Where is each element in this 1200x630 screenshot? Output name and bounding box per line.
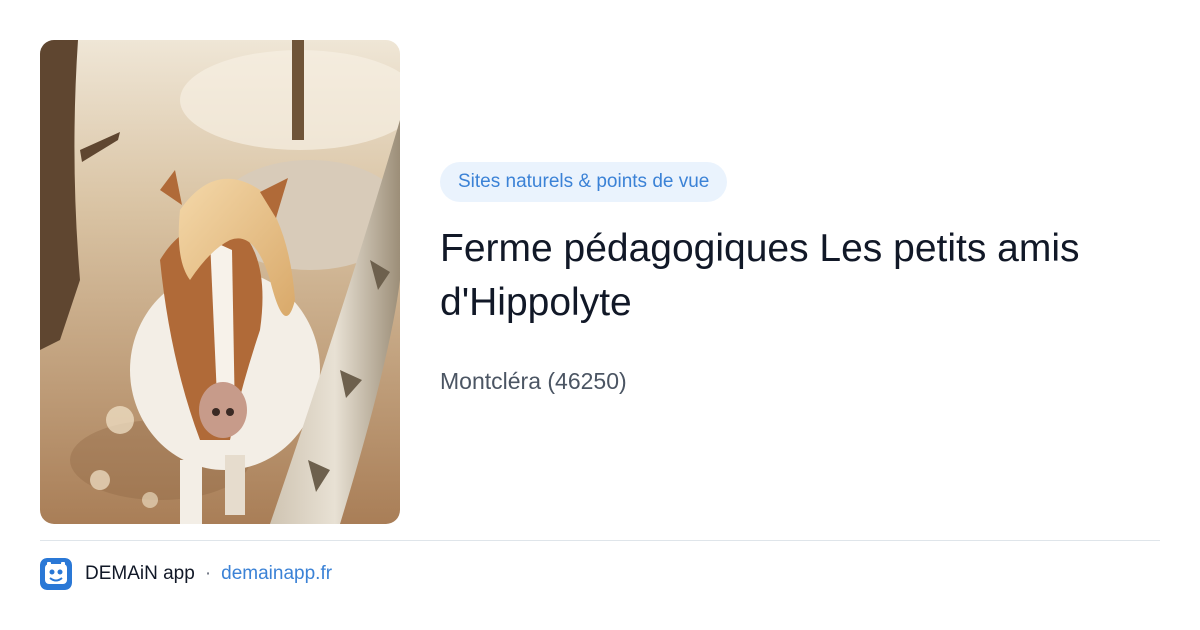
card-content: Sites naturels & points de vue Ferme péd…	[440, 162, 1160, 396]
location-text: Montcléra (46250)	[440, 368, 627, 394]
app-name: DEMAiN app	[85, 563, 195, 584]
site-link[interactable]: demainapp.fr	[221, 563, 332, 585]
footer: DEMAiN app · demainapp.fr	[40, 558, 332, 590]
footer-separator: ·	[204, 563, 212, 584]
footer-divider	[40, 540, 1160, 541]
category-badge[interactable]: Sites naturels & points de vue	[440, 162, 728, 202]
card-title[interactable]: Ferme pédagogiques Les petits amis d'Hip…	[440, 222, 1140, 330]
demain-app-icon	[40, 558, 72, 590]
card-image	[40, 40, 400, 524]
